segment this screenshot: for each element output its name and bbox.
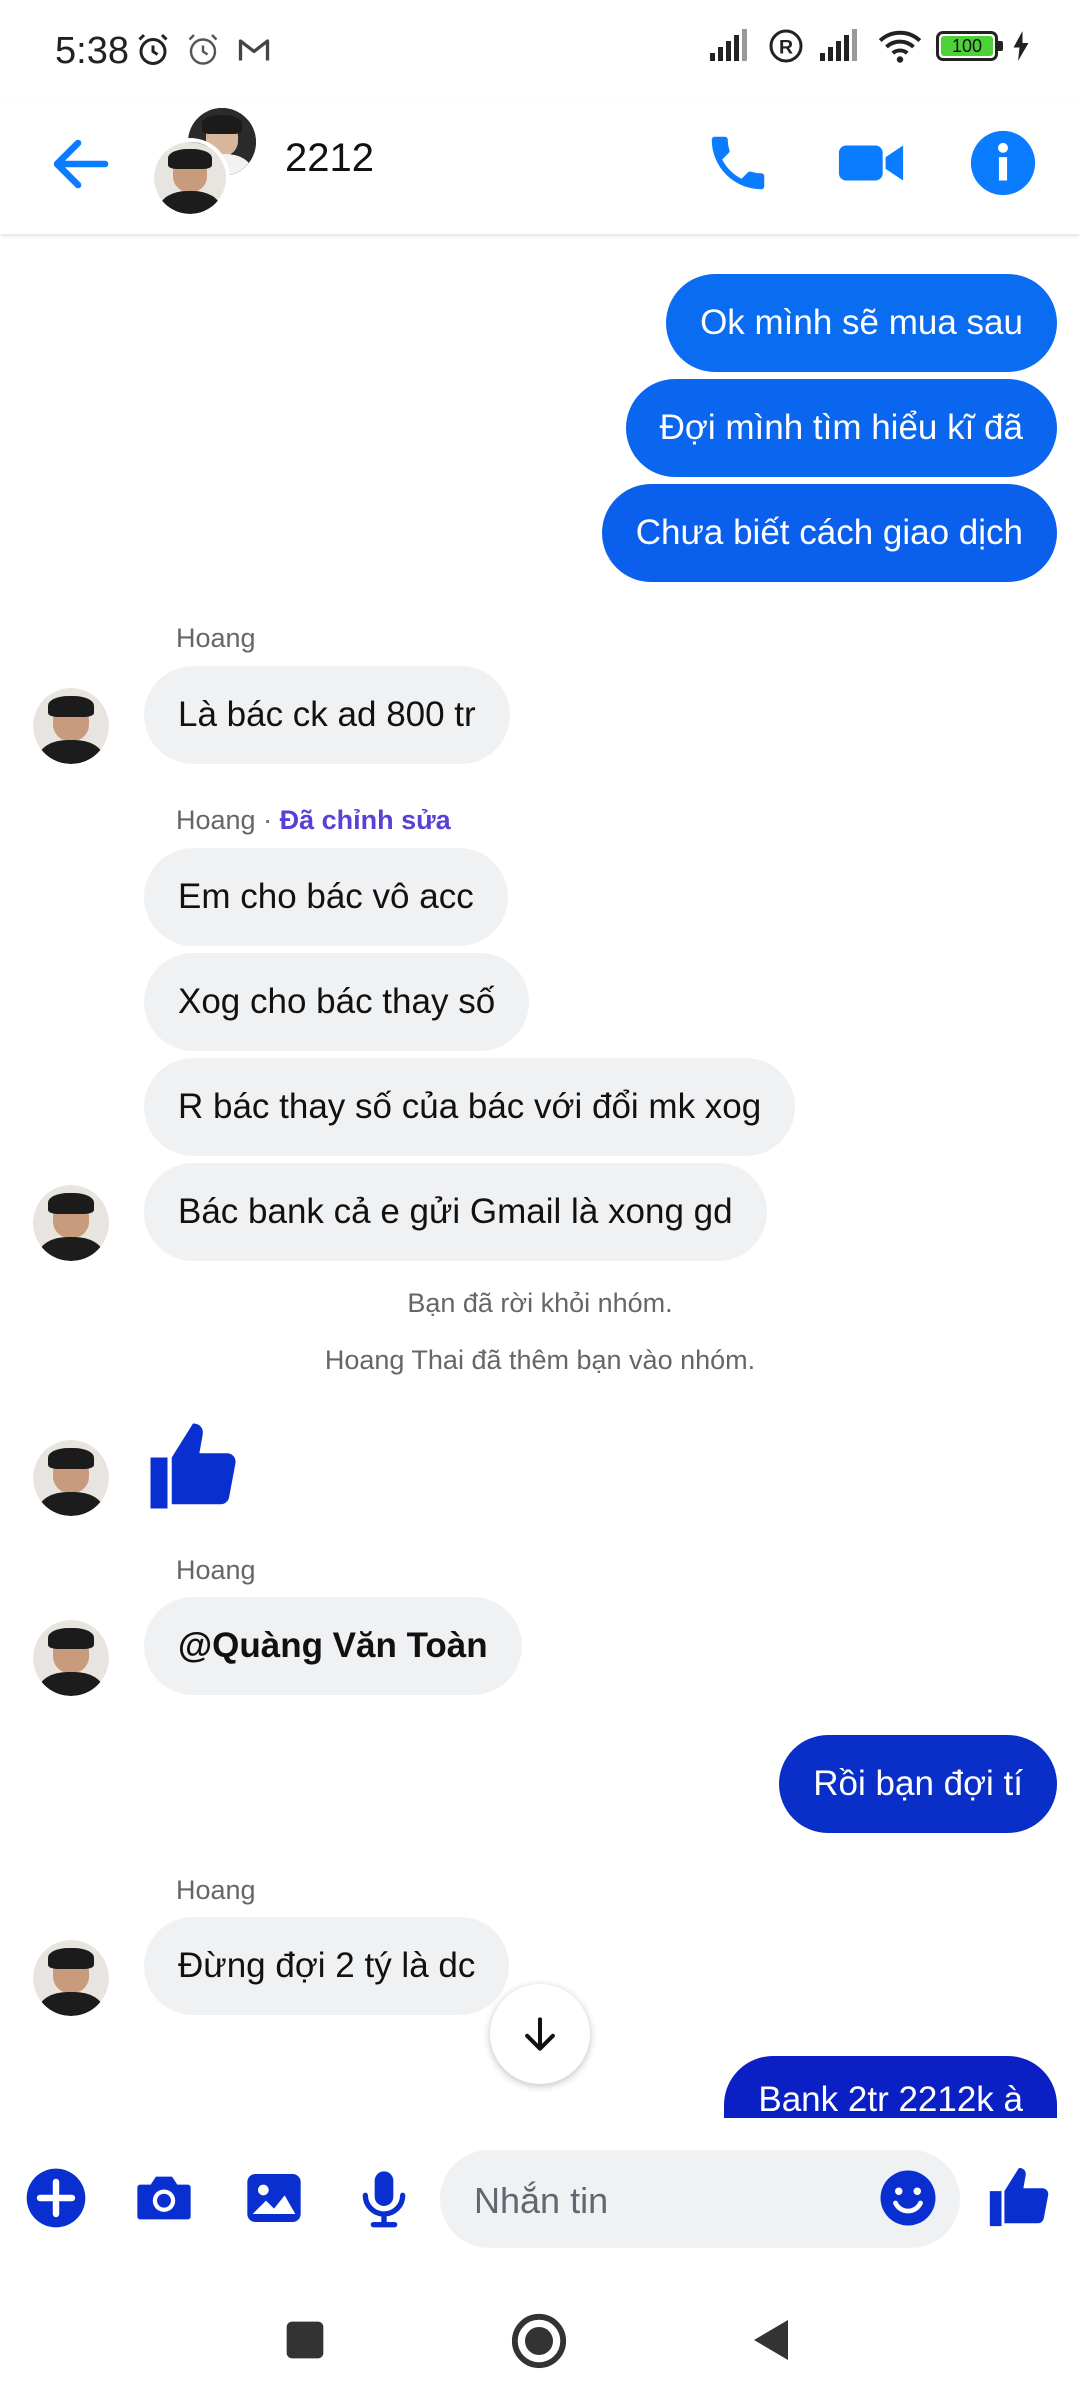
back-arrow-icon[interactable] [45, 128, 117, 200]
avatar[interactable] [33, 1185, 109, 1261]
video-camera-icon[interactable] [836, 128, 906, 198]
mention-message[interactable]: @Quàng Văn Toàn [144, 1597, 522, 1695]
avatar[interactable] [33, 688, 109, 764]
emoji-icon[interactable] [878, 2168, 938, 2228]
incoming-message[interactable]: Đừng đợi 2 tý là dc [144, 1917, 510, 2015]
edited-label[interactable]: Đã chỉnh sửa [280, 805, 451, 835]
alarm-clock-icon [138, 33, 168, 65]
scroll-to-bottom-button[interactable] [490, 1984, 590, 2084]
avatar[interactable] [33, 1940, 109, 2016]
charging-icon [1013, 31, 1029, 61]
outgoing-message[interactable]: Đợi mình tìm hiểu kĩ đã [625, 379, 1057, 477]
separator: · [255, 805, 280, 835]
signal-2-icon [820, 29, 857, 61]
thumbs-up-send-icon[interactable] [984, 2162, 1054, 2232]
system-notice: Bạn đã rời khỏi nhóm. [407, 1288, 673, 1318]
message-input-placeholder: Nhắn tin [474, 2180, 609, 2221]
avatar[interactable] [33, 1620, 109, 1696]
system-navigation-bar [0, 2278, 1080, 2400]
incoming-message[interactable]: Em cho bác vô acc [144, 848, 508, 946]
phone-icon[interactable] [703, 128, 773, 198]
system-notice: Hoang Thai đã thêm bạn vào nhóm. [324, 1345, 756, 1375]
microphone-icon[interactable] [352, 2166, 416, 2230]
arrow-down-icon [525, 2017, 555, 2051]
conversation-title[interactable]: 2212 [285, 136, 374, 181]
incoming-message[interactable]: Bác bank cả e gửi Gmail là xong gd [144, 1163, 767, 1261]
sender-name: Hoang [176, 623, 256, 653]
message-input[interactable]: Nhắn tin [440, 2150, 960, 2248]
outgoing-message[interactable]: Ok mình sẽ mua sau [666, 274, 1057, 372]
thumbs-up-sticker-icon[interactable] [142, 1415, 244, 1517]
sender-name: Hoang [176, 1875, 256, 1905]
gmail-icon [238, 39, 270, 61]
sender-name: Hoang [176, 1555, 256, 1585]
battery-icon: 100 [936, 31, 1003, 61]
back-triangle-icon[interactable] [748, 2316, 796, 2364]
status-bar: 5:38 R 100 [0, 0, 1080, 100]
info-icon[interactable] [968, 128, 1038, 198]
signal-icon [710, 29, 747, 61]
battery-level: 100 [941, 36, 993, 56]
gallery-icon[interactable] [242, 2166, 306, 2230]
recents-square-icon[interactable] [283, 2318, 327, 2362]
camera-icon[interactable] [132, 2166, 196, 2230]
outgoing-message[interactable]: Rồi bạn đợi tí [779, 1735, 1057, 1833]
sender-name: Hoang [176, 805, 256, 835]
incoming-message[interactable]: Xog cho bác thay số [144, 953, 530, 1051]
outgoing-message[interactable]: Bank 2tr 2212k à [724, 2056, 1057, 2118]
home-circle-icon[interactable] [510, 2312, 568, 2370]
incoming-message[interactable]: R bác thay số của bác với đổi mk xog [144, 1058, 796, 1156]
message-composer: Nhắn tin [0, 2118, 1080, 2278]
outgoing-message[interactable]: Chưa biết cách giao dịch [601, 484, 1057, 582]
status-time: 5:38 [55, 30, 129, 72]
roaming-icon: R [769, 29, 803, 63]
conversation-header: 2212 [0, 100, 1080, 234]
group-avatar-member-2 [150, 138, 230, 218]
incoming-message[interactable]: Là bác ck ad 800 tr [144, 666, 510, 764]
avatar[interactable] [33, 1440, 109, 1516]
svg-text:R: R [779, 37, 793, 59]
group-avatar[interactable] [150, 108, 260, 218]
sender-name-edited: Hoang · Đã chỉnh sửa [176, 805, 451, 836]
alarm-clock-outline-icon [188, 34, 218, 65]
plus-icon[interactable] [24, 2166, 88, 2230]
wifi-icon [878, 30, 922, 63]
